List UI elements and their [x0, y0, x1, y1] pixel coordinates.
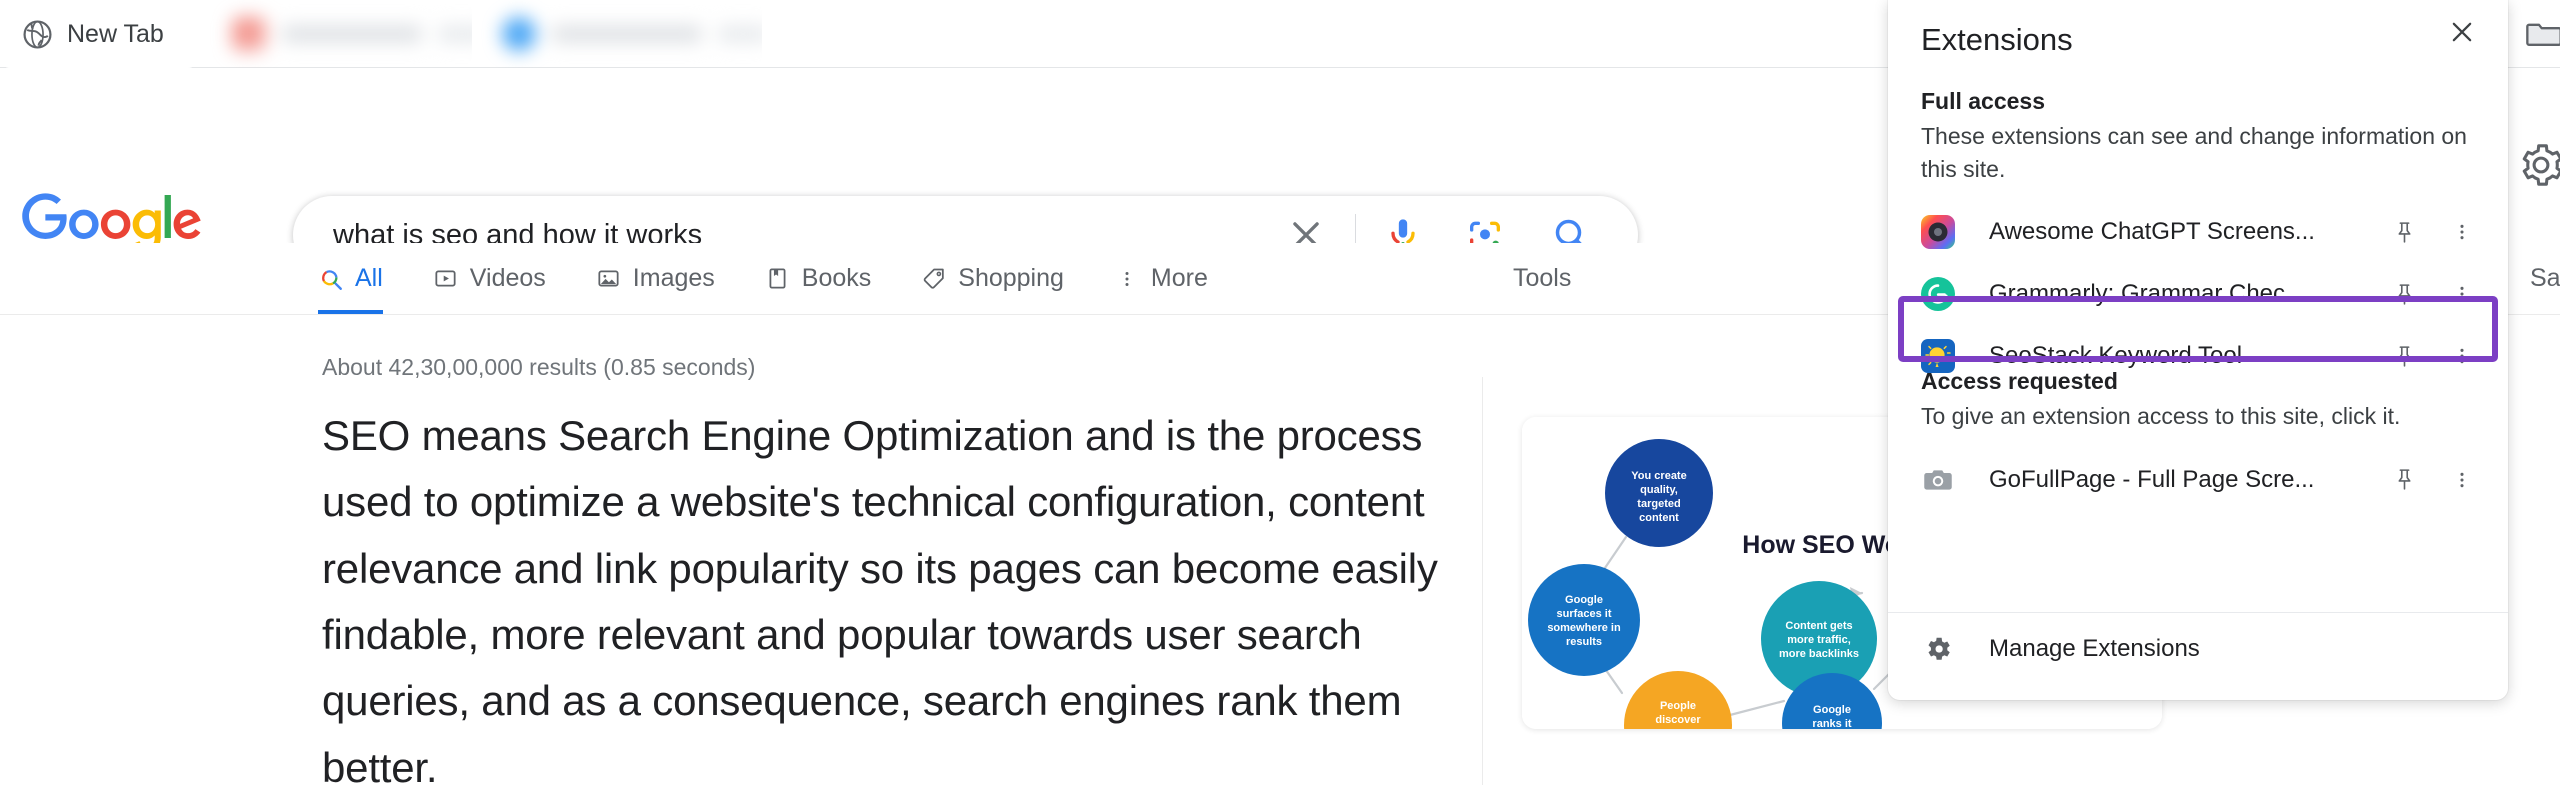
- extensions-popup-title: Extensions: [1921, 22, 2073, 57]
- nav-tab-shopping[interactable]: Shopping: [896, 243, 1089, 314]
- extension-row-awesome-chatgpt-screenshot[interactable]: Awesome ChatGPT Screens...: [1888, 201, 2508, 263]
- extensions-list-access-requested: GoFullPage - Full Page Scre...: [1888, 449, 2508, 511]
- nav-tab-label: Videos: [469, 264, 546, 292]
- section-heading: Access requested: [1921, 368, 2118, 394]
- svg-text:Google: Google: [1565, 594, 1603, 606]
- camera-icon: [1921, 463, 1955, 497]
- nav-tab-label: All: [355, 264, 383, 292]
- extension-name: GoFullPage - Full Page Scre...: [1989, 465, 2315, 493]
- favicon: [232, 17, 266, 51]
- manage-extensions-label: Manage Extensions: [1989, 635, 2200, 662]
- extension-name: Grammarly: Grammar Chec...: [1989, 280, 2306, 308]
- pin-icon[interactable]: [2382, 272, 2426, 316]
- awesome-screenshot-icon: [1921, 215, 1955, 250]
- book-icon: [765, 266, 791, 292]
- tag-icon: [921, 266, 947, 292]
- search-nav-tabs: All Videos Images Books Shopping More: [318, 243, 1233, 314]
- svg-text:results: results: [1566, 636, 1602, 648]
- result-stats: About 42,30,00,000 results (0.85 seconds…: [322, 354, 756, 380]
- gear-icon[interactable]: [2518, 142, 2560, 188]
- svg-text:content: content: [1639, 512, 1679, 524]
- svg-text:discover: discover: [1655, 714, 1701, 726]
- svg-text:ranks it: ranks it: [1812, 718, 1851, 729]
- browser-tab-label: New Tab: [67, 19, 164, 48]
- more-vertical-icon[interactable]: [2440, 210, 2484, 254]
- extensions-list-full-access: Awesome ChatGPT Screens... Grammarly: Gr…: [1888, 201, 2508, 387]
- manage-extensions-button[interactable]: Manage Extensions: [1888, 613, 2508, 685]
- svg-text:more backlinks: more backlinks: [1779, 648, 1859, 660]
- nav-tab-more[interactable]: More: [1089, 243, 1233, 314]
- extensions-popup: Extensions Full access These extensions …: [1888, 0, 2508, 700]
- extension-name: Awesome ChatGPT Screens...: [1989, 218, 2315, 246]
- svg-text:Google: Google: [1813, 704, 1851, 716]
- extension-row-gofullpage[interactable]: GoFullPage - Full Page Scre...: [1888, 449, 2508, 511]
- svg-text:Content gets: Content gets: [1785, 620, 1852, 632]
- tools-button[interactable]: Tools: [1513, 243, 1571, 314]
- svg-text:more traffic,: more traffic,: [1787, 634, 1851, 646]
- more-vertical-icon[interactable]: [2440, 458, 2484, 502]
- svg-text:People: People: [1660, 700, 1696, 712]
- nav-tab-books[interactable]: Books: [740, 243, 896, 314]
- nav-tab-label: More: [1150, 264, 1208, 292]
- extensions-section-access-requested: Access requested To give an extension ac…: [1888, 368, 2508, 511]
- browser-tab-3-label-tail: [718, 26, 762, 42]
- nav-tab-label: Shopping: [958, 264, 1064, 292]
- nav-tab-label: Images: [632, 264, 715, 292]
- content-divider: [1482, 377, 1483, 785]
- grammarly-icon: [1921, 277, 1955, 312]
- more-vertical-icon: [1114, 266, 1140, 292]
- browser-tab-3[interactable]: [462, 0, 762, 68]
- browser-tab-2[interactable]: [192, 0, 472, 68]
- svg-text:targeted: targeted: [1637, 498, 1680, 510]
- browser-window: New Tab what is seo and how it works All…: [0, 0, 2560, 785]
- image-icon: [596, 266, 622, 292]
- save-button[interactable]: Sa: [2530, 243, 2560, 314]
- nav-tab-all[interactable]: All: [318, 243, 408, 314]
- browser-tab-new-tab[interactable]: New Tab: [0, 0, 198, 68]
- svg-text:somewhere in: somewhere in: [1547, 622, 1621, 634]
- gear-icon: [1921, 632, 1955, 666]
- video-icon: [433, 266, 459, 292]
- nav-tab-label: Books: [801, 264, 872, 292]
- close-icon[interactable]: [2438, 8, 2486, 56]
- nav-tab-images[interactable]: Images: [571, 243, 740, 314]
- nav-tab-videos[interactable]: Videos: [408, 243, 571, 314]
- pin-icon[interactable]: [2382, 210, 2426, 254]
- pin-icon[interactable]: [2382, 458, 2426, 502]
- extensions-section-full-access: Full access These extensions can see and…: [1888, 88, 2508, 387]
- more-vertical-icon[interactable]: [2440, 272, 2484, 316]
- folder-icon[interactable]: [2524, 14, 2560, 59]
- section-description: These extensions can see and change info…: [1921, 123, 2467, 182]
- section-heading: Full access: [1921, 88, 2046, 114]
- browser-tab-3-label: [552, 26, 702, 42]
- extension-name: SeoStack Keyword Tool: [1989, 342, 2243, 370]
- svg-text:You create: You create: [1631, 470, 1686, 482]
- favicon: [502, 17, 536, 51]
- section-description: To give an extension access to this site…: [1921, 403, 2401, 429]
- globe-icon: [22, 19, 53, 50]
- search-icon: [318, 266, 344, 292]
- browser-tab-2-label: [282, 26, 422, 42]
- svg-text:quality,: quality,: [1640, 484, 1678, 496]
- extension-row-grammarly[interactable]: Grammarly: Grammar Chec...: [1888, 263, 2508, 325]
- featured-answer-text: SEO means Search Engine Optimization and…: [322, 412, 1438, 785]
- svg-text:surfaces it: surfaces it: [1556, 608, 1611, 620]
